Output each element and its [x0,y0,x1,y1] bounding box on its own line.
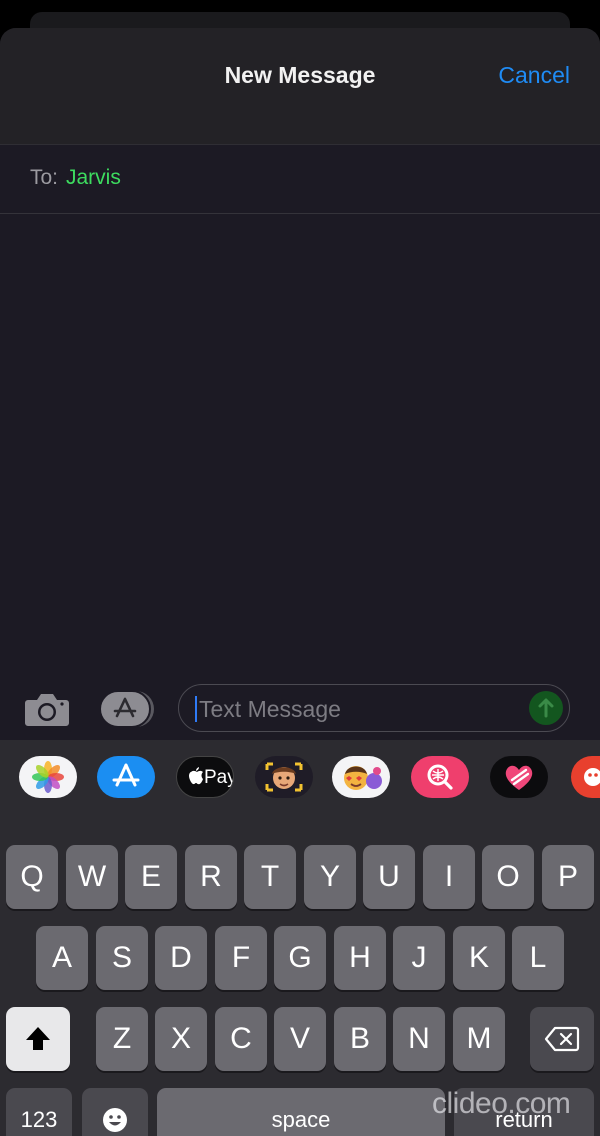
memoji-icon[interactable] [255,756,313,798]
key-s[interactable]: S [96,926,148,990]
key-w[interactable]: W [66,845,118,909]
key-g[interactable]: G [274,926,326,990]
key-l[interactable]: L [512,926,564,990]
key-m[interactable]: M [453,1007,505,1071]
key-p[interactable]: P [542,845,594,909]
new-message-sheet: New Message Cancel To: Jarvis Text Messa… [0,28,600,1136]
photos-icon[interactable] [19,756,77,798]
keyboard: Pay Q W E R T Y U I O P A S D F G H J K … [0,740,600,1136]
delete-key[interactable] [530,1007,594,1071]
cancel-button[interactable]: Cancel [498,62,570,89]
key-c[interactable]: C [215,1007,267,1071]
backspace-icon [544,1026,580,1052]
more-app-icon[interactable] [571,756,600,798]
shift-key[interactable] [6,1007,70,1071]
numbers-key[interactable]: 123 [6,1088,72,1136]
key-d[interactable]: D [155,926,207,990]
apple-pay-label: Pay [204,767,234,788]
key-k[interactable]: K [453,926,505,990]
camera-icon[interactable] [24,690,70,728]
app-store-icon[interactable] [97,756,155,798]
apple-pay-icon[interactable]: Pay [176,756,234,798]
arrow-up-icon [538,698,554,718]
key-z[interactable]: Z [96,1007,148,1071]
key-f[interactable]: F [215,926,267,990]
shift-arrow-icon [26,1027,50,1050]
watermark: clideo.com [432,1087,571,1120]
key-o[interactable]: O [482,845,534,909]
compose-bar [0,678,600,740]
animoji-stickers-icon[interactable] [332,756,390,798]
key-n[interactable]: N [393,1007,445,1071]
space-key[interactable]: space [157,1088,445,1136]
key-x[interactable]: X [155,1007,207,1071]
key-j[interactable]: J [393,926,445,990]
message-text-field[interactable] [178,684,570,732]
key-e[interactable]: E [125,845,177,909]
emoji-key[interactable] [82,1088,148,1136]
key-q[interactable]: Q [6,845,58,909]
recipient-field[interactable]: To: Jarvis [0,144,600,214]
app-store-drawer-button[interactable] [99,690,156,728]
key-v[interactable]: V [274,1007,326,1071]
emoji-icon [103,1108,127,1132]
send-button[interactable] [529,691,563,725]
key-b[interactable]: B [334,1007,386,1071]
message-input[interactable] [197,691,521,727]
key-r[interactable]: R [185,845,237,909]
key-i[interactable]: I [423,845,475,909]
key-a[interactable]: A [36,926,88,990]
key-u[interactable]: U [363,845,415,909]
key-y[interactable]: Y [304,845,356,909]
key-t[interactable]: T [244,845,296,909]
recipient-name[interactable]: Jarvis [66,166,121,190]
image-search-icon[interactable] [411,756,469,798]
digital-touch-icon[interactable] [490,756,548,798]
navigation-bar: New Message Cancel [0,28,600,145]
imessage-app-strip: Pay [0,740,600,814]
to-label: To: [30,166,59,189]
key-h[interactable]: H [334,926,386,990]
